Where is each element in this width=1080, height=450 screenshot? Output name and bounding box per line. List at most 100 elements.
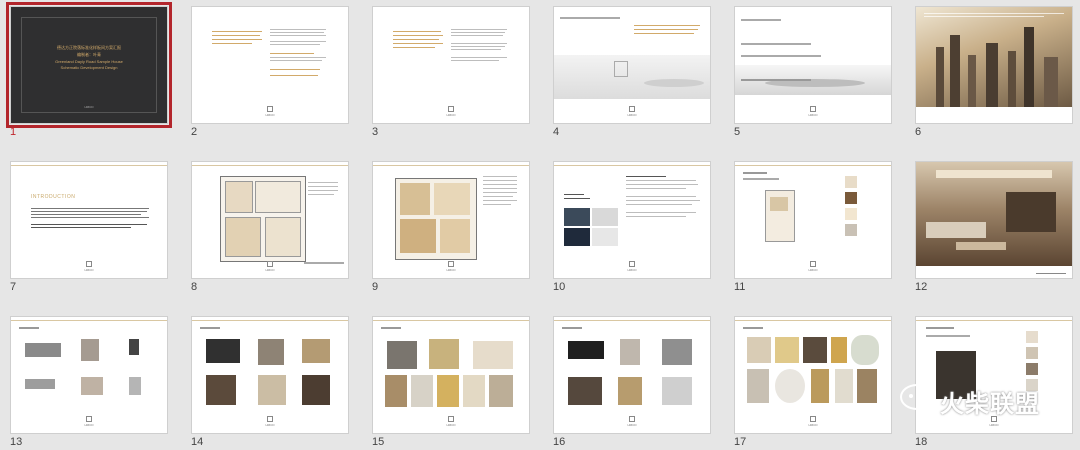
- cover-title-en: Greenland Dayly Road Sample House: [55, 59, 123, 64]
- slide-thumbnail-13[interactable]: HMCD: [10, 316, 168, 434]
- slide-number: 15: [372, 436, 385, 448]
- decor-image: [803, 337, 827, 363]
- lamp-image: [206, 375, 236, 405]
- body-text-block: [451, 29, 509, 89]
- slide-thumbnail-10[interactable]: HMCD: [553, 161, 711, 279]
- vase-image: [129, 339, 139, 355]
- floor-plan-image: [395, 178, 477, 260]
- hmcd-logo: HMCD: [808, 261, 818, 272]
- hmcd-logo: HMCD: [446, 261, 456, 272]
- slide-number: 9: [372, 281, 379, 293]
- slide-number: 16: [553, 436, 566, 448]
- hmcd-logo: HMCD: [84, 261, 94, 272]
- slide-cell-16[interactable]: HMCD 16: [543, 310, 711, 450]
- hmcd-logo: HMCD: [446, 416, 456, 427]
- slide-thumbnail-14[interactable]: HMCD: [191, 316, 349, 434]
- hmcd-logo: HMCD: [265, 106, 275, 117]
- slide-thumbnail-1[interactable]: 德达方正院落标准化样板间方案汇报 编制者：叶青 Greenland Dayly …: [6, 2, 172, 128]
- wechat-icon: [900, 384, 934, 410]
- slide-cell-10[interactable]: HMCD 10: [543, 155, 711, 295]
- slide-cell-7[interactable]: INTRODUCTION HMCD 7: [0, 155, 168, 295]
- slide-heading: INTRODUCTION: [31, 194, 76, 200]
- body-text-block: [270, 29, 328, 89]
- slide-number: 5: [734, 126, 741, 138]
- slide-cell-2[interactable]: HMCD 2: [181, 0, 349, 140]
- slide-thumbnail-16[interactable]: HMCD: [553, 316, 711, 434]
- hmcd-logo: HMCD: [808, 106, 818, 117]
- watermark-text: 火柴联盟: [940, 391, 1040, 418]
- slide-cell-13[interactable]: HMCD 13: [0, 310, 168, 450]
- cover-subtitle-en: Schematic Development Design: [60, 65, 118, 70]
- decor-image: [618, 377, 642, 405]
- cabinet-image: [25, 379, 55, 389]
- slide-thumbnail-12[interactable]: [915, 161, 1073, 279]
- hmcd-logo: HMCD: [446, 106, 456, 117]
- cover-logo: HMCD: [84, 105, 94, 109]
- slide-cell-1[interactable]: 德达方正院落标准化样板间方案汇报 编制者：叶青 Greenland Dayly …: [0, 0, 172, 140]
- flower-image: [851, 335, 879, 365]
- lamp-image: [129, 377, 141, 395]
- hmcd-logo: HMCD: [627, 261, 637, 272]
- decor-image: [835, 369, 853, 403]
- slide-thumbnail-5[interactable]: HMCD: [734, 6, 892, 124]
- slide-number: 1: [10, 126, 17, 138]
- slide-number: 14: [191, 436, 204, 448]
- slide-thumbnail-3[interactable]: HMCD: [372, 6, 530, 124]
- slide-number: 4: [553, 126, 560, 138]
- slide-number: 2: [191, 126, 198, 138]
- slide-cell-3[interactable]: HMCD 3: [362, 0, 530, 140]
- slide-thumbnail-4[interactable]: HMCD: [553, 6, 711, 124]
- floor-plan-image: [765, 190, 795, 242]
- slide-number: 13: [10, 436, 23, 448]
- slide-cell-5[interactable]: HMCD 5: [724, 0, 892, 140]
- slide-cell-6[interactable]: 6: [905, 0, 1073, 140]
- sofa-image: [25, 343, 61, 357]
- slide-number: 11: [734, 281, 746, 293]
- slide-number: 8: [191, 281, 198, 293]
- slide-cell-14[interactable]: HMCD 14: [181, 310, 349, 450]
- body-text-block: [31, 208, 151, 238]
- section-label: [564, 194, 596, 204]
- hmcd-logo: HMCD: [84, 416, 94, 427]
- art-image: [258, 375, 286, 405]
- slide-thumbnail-9[interactable]: HMCD: [372, 161, 530, 279]
- legend-list: [483, 176, 523, 256]
- decor-image: [811, 369, 829, 403]
- slide-cell-12[interactable]: 12: [905, 155, 1073, 295]
- slide-number: 18: [915, 436, 928, 448]
- slide-cell-15[interactable]: HMCD 15: [362, 310, 530, 450]
- decor-image: [857, 369, 877, 403]
- decor-image: [489, 375, 513, 407]
- slide-thumbnail-11[interactable]: HMCD: [734, 161, 892, 279]
- slide-cell-17[interactable]: HMCD 17: [724, 310, 892, 450]
- slide-cell-8[interactable]: HMCD 8: [181, 155, 349, 295]
- decor-image: [411, 375, 433, 407]
- slide-thumbnail-17[interactable]: HMCD: [734, 316, 892, 434]
- slide-thumbnail-8[interactable]: HMCD: [191, 161, 349, 279]
- decor-image: [429, 339, 459, 369]
- art-image: [302, 339, 330, 363]
- legend-list: [308, 182, 344, 252]
- cover-title-cn: 德达方正院落标准化样板间方案汇报: [57, 45, 121, 50]
- material-swatch: [845, 176, 857, 188]
- slide-thumbnail-15[interactable]: HMCD: [372, 316, 530, 434]
- slide-cell-4[interactable]: HMCD 4: [543, 0, 711, 140]
- decor-image: [473, 341, 513, 369]
- chair-image: [81, 377, 103, 395]
- slide-number: 12: [915, 281, 928, 293]
- slide-thumbnail-2[interactable]: HMCD: [191, 6, 349, 124]
- slide-cell-9[interactable]: HMCD 9: [362, 155, 530, 295]
- slide-thumbnail-7[interactable]: INTRODUCTION HMCD: [10, 161, 168, 279]
- hmcd-logo: HMCD: [265, 261, 275, 272]
- lamp-image: [81, 339, 99, 361]
- hmcd-logo: HMCD: [265, 416, 275, 427]
- slide-cell-11[interactable]: HMCD 11: [724, 155, 892, 295]
- slide-thumbnail-6[interactable]: [915, 6, 1073, 124]
- pendant-image: [662, 339, 692, 365]
- living-room-render: [916, 162, 1072, 266]
- body-text-block: [626, 176, 704, 256]
- slide-number: 3: [372, 126, 379, 138]
- gold-text-block: [393, 31, 445, 71]
- gold-text-block: [634, 25, 704, 45]
- slide-number: 7: [10, 281, 17, 293]
